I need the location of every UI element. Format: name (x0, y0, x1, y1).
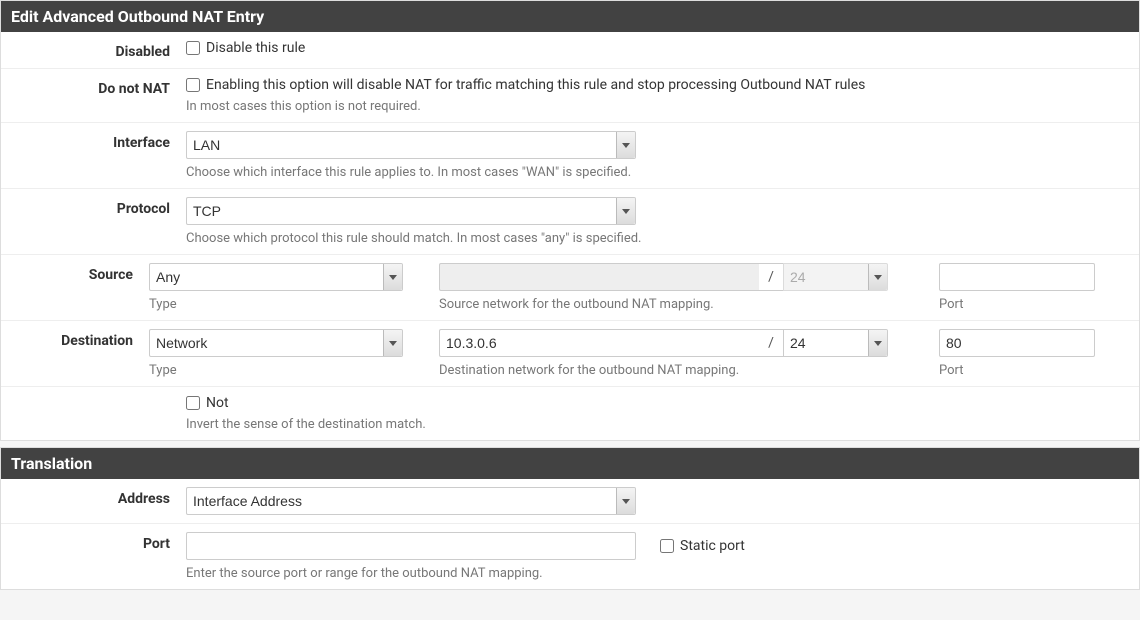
label-port: Port (11, 532, 186, 552)
label-address: Address (11, 487, 186, 507)
input-destination-address[interactable] (439, 329, 759, 357)
checkbox-disabled[interactable] (186, 41, 200, 55)
caption-destination-type: Type (149, 363, 409, 378)
slash-source: / (759, 263, 783, 291)
checkbox-label-donotnat: Enabling this option will disable NAT fo… (206, 77, 865, 93)
select-protocol[interactable]: TCP (186, 197, 636, 225)
select-source-type[interactable]: Any (149, 263, 403, 291)
select-destination-type[interactable]: Network (149, 329, 403, 357)
select-source-cidr: 24 (783, 263, 888, 291)
slash-destination: / (759, 329, 783, 357)
checkbox-label-not: Not (206, 395, 229, 411)
label-destination: Destination (11, 329, 149, 349)
checkbox-label-static-port: Static port (680, 538, 745, 554)
row-protocol: Protocol TCP Choose which protocol this … (1, 189, 1139, 255)
help-not: Invert the sense of the destination matc… (186, 417, 1129, 432)
input-destination-port[interactable] (939, 329, 1095, 357)
input-translation-port[interactable] (186, 532, 636, 560)
label-protocol: Protocol (11, 197, 186, 217)
help-interface: Choose which interface this rule applies… (186, 165, 1129, 180)
checkbox-label-disabled: Disable this rule (206, 40, 305, 56)
input-source-address (439, 263, 759, 291)
select-translation-address[interactable]: Interface Address (186, 487, 636, 515)
input-source-port[interactable] (939, 263, 1095, 291)
label-not-empty (11, 395, 186, 399)
label-interface: Interface (11, 131, 186, 151)
caption-destination-address: Destination network for the outbound NAT… (439, 363, 909, 378)
edit-nat-panel: Edit Advanced Outbound NAT Entry Disable… (0, 0, 1140, 441)
translation-panel: Translation Address Interface Address Po… (0, 447, 1140, 590)
help-donotnat: In most cases this option is not require… (186, 99, 1129, 114)
panel-header-translation: Translation (1, 448, 1139, 479)
row-interface: Interface LAN Choose which interface thi… (1, 123, 1139, 189)
checkbox-static-port[interactable] (660, 539, 674, 553)
caption-source-address: Source network for the outbound NAT mapp… (439, 297, 909, 312)
help-protocol: Choose which protocol this rule should m… (186, 231, 1129, 246)
caption-destination-port: Port (939, 363, 1129, 378)
row-disabled: Disabled Disable this rule (1, 32, 1139, 69)
row-not: Not Invert the sense of the destination … (1, 387, 1139, 440)
row-destination: Destination Network Type / 24 (1, 321, 1139, 387)
select-interface[interactable]: LAN (186, 131, 636, 159)
caption-source-type: Type (149, 297, 409, 312)
row-address: Address Interface Address (1, 479, 1139, 524)
select-destination-cidr[interactable]: 24 (783, 329, 888, 357)
checkbox-not[interactable] (186, 396, 200, 410)
label-disabled: Disabled (11, 40, 186, 60)
row-donotnat: Do not NAT Enabling this option will dis… (1, 69, 1139, 123)
panel-header-edit: Edit Advanced Outbound NAT Entry (1, 1, 1139, 32)
label-donotnat: Do not NAT (11, 77, 186, 97)
label-source: Source (11, 263, 149, 283)
help-port: Enter the source port or range for the o… (186, 566, 1129, 581)
row-port: Port Static port Enter the source port o… (1, 524, 1139, 589)
checkbox-donotnat[interactable] (186, 78, 200, 92)
row-source: Source Any Type / 24 (1, 255, 1139, 321)
caption-source-port: Port (939, 297, 1129, 312)
